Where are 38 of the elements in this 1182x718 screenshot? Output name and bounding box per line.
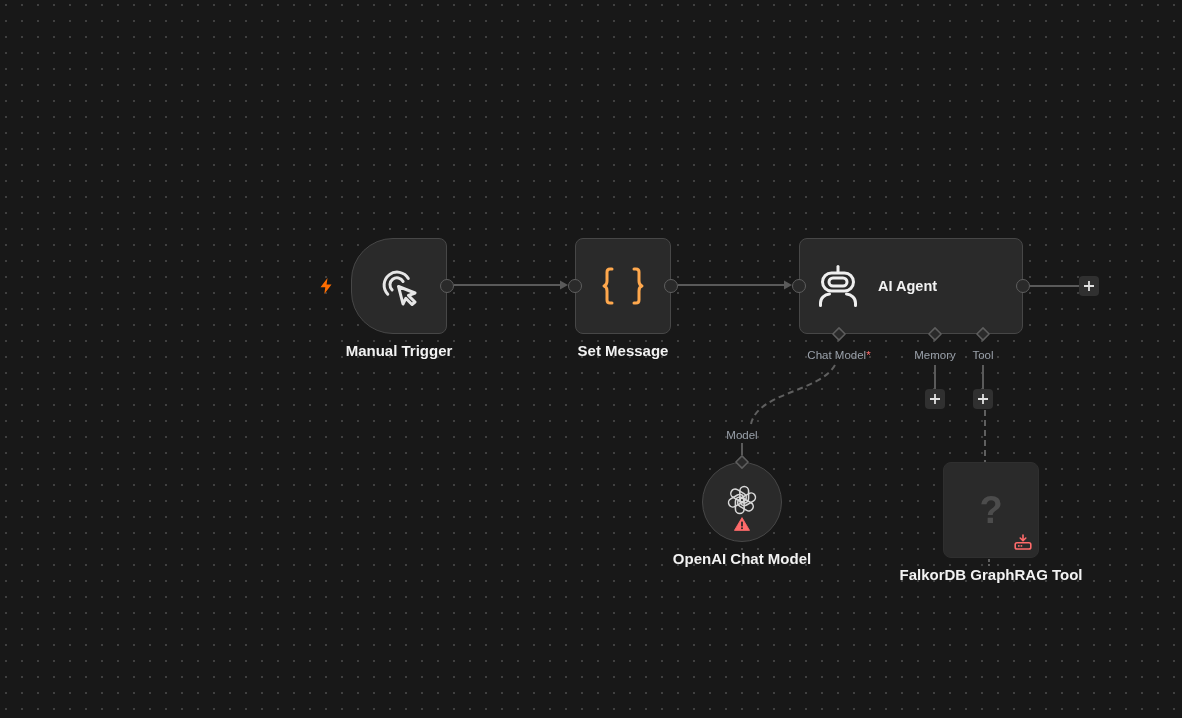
connection-line [988,558,990,567]
connector-line [741,443,743,455]
plus-icon [978,394,988,404]
node-label: Set Message [577,342,669,360]
knot-logo-icon [727,485,757,515]
plus-icon [930,394,940,404]
output-label: Model [726,428,758,442]
input-label: Chat Model* [807,348,871,362]
plus-icon [1084,281,1094,291]
node-label: FalkorDB GraphRAG Tool [899,566,1083,584]
input-handle[interactable] [568,279,582,293]
node-card[interactable] [575,238,671,334]
connector-handle[interactable] [928,327,942,341]
connector-line [982,365,984,389]
output-handle[interactable] [664,279,678,293]
connector-line [1030,285,1079,287]
connector-handle[interactable] [735,455,749,469]
output-handle[interactable] [440,279,454,293]
output-handle[interactable] [1016,279,1030,293]
add-button[interactable] [925,389,945,409]
question-mark-icon: ? [979,491,1003,529]
input-label: Tool [972,348,994,362]
node-card[interactable]: AI Agent [799,238,1023,334]
input-label: Memory [914,348,956,362]
add-button[interactable] [1079,276,1099,296]
connector-handle[interactable] [976,327,990,341]
node-card[interactable] [351,238,447,334]
connector-handle[interactable] [832,327,846,341]
robot-icon [818,265,858,307]
braces-icon [602,267,644,305]
node-title: AI Agent [878,278,938,294]
node-label: OpenAI Chat Model [672,550,812,568]
input-handle[interactable] [792,279,806,293]
add-button[interactable] [973,389,993,409]
lightning-icon [320,278,332,294]
connector-line [934,365,936,389]
connection-line [984,409,986,463]
node-label: Manual Trigger [345,342,453,360]
